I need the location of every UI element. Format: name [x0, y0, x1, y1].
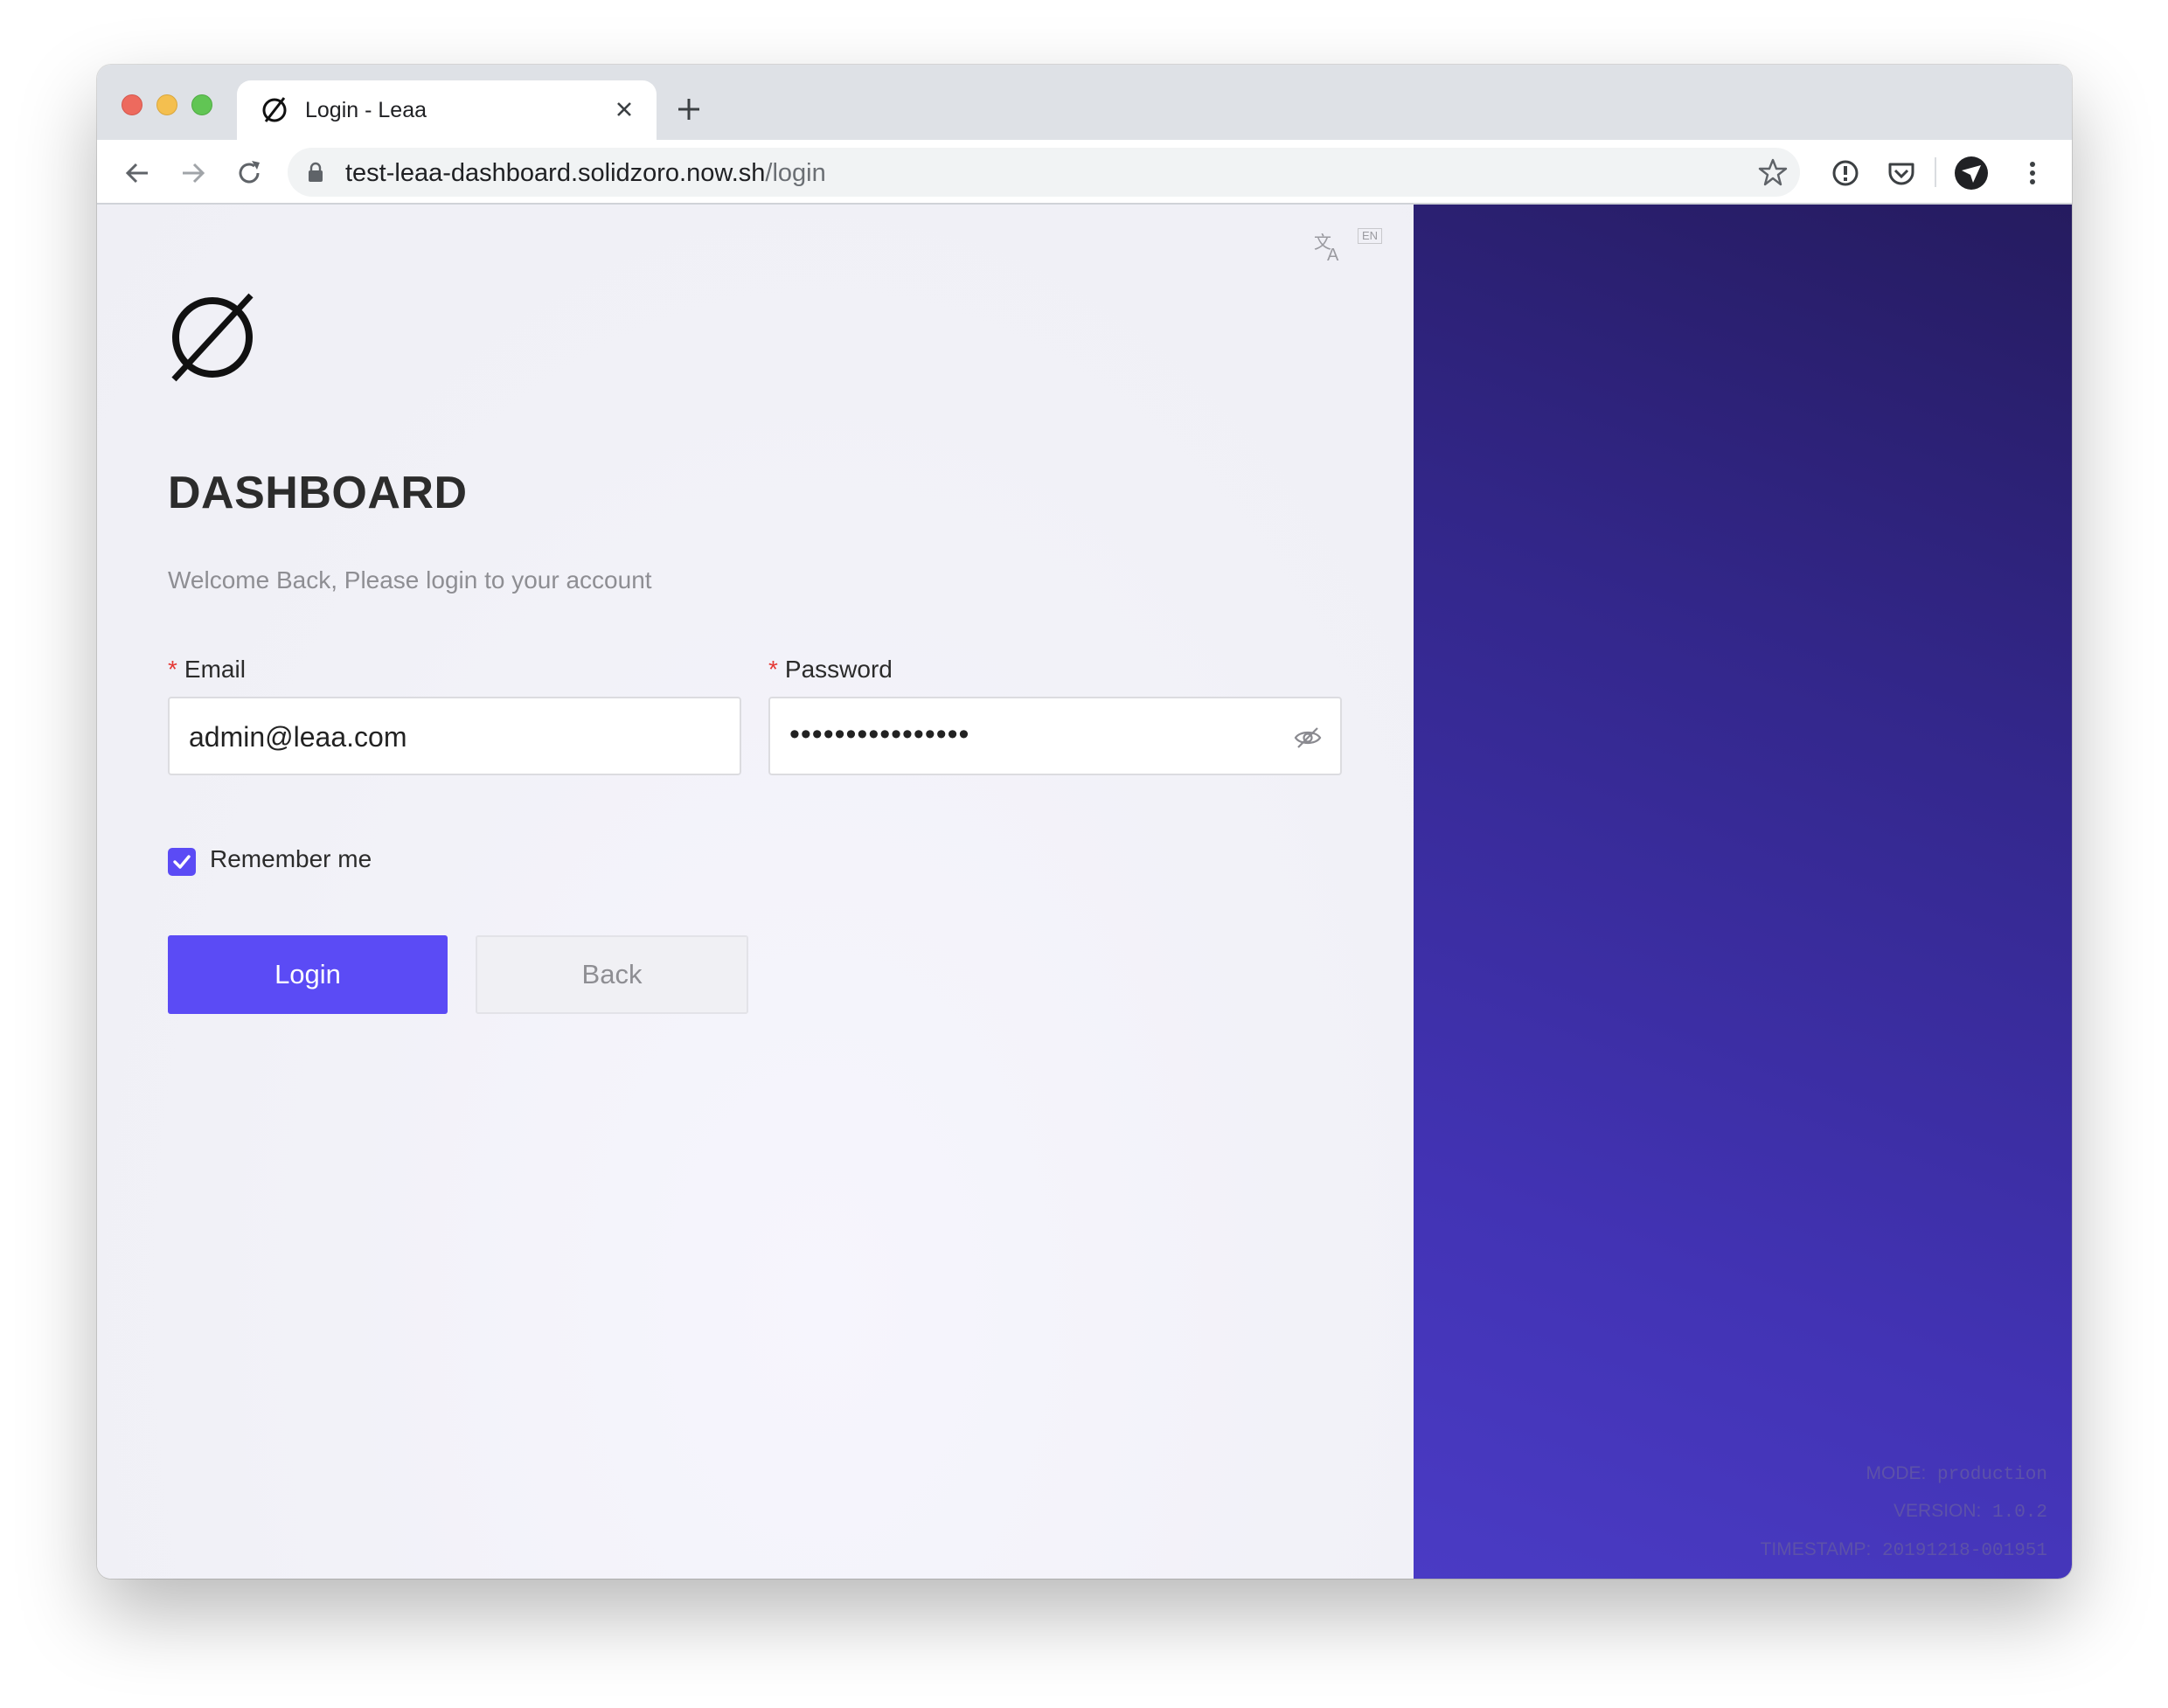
reload-icon[interactable]	[233, 157, 265, 189]
page-content: 文 A EN DASHBOARD Welcome Back, Please lo…	[97, 205, 2072, 1579]
back-arrow-icon[interactable]	[122, 157, 153, 189]
url-path: /login	[765, 159, 826, 187]
build-timestamp-value: 20191218-001951	[1881, 1541, 2047, 1561]
leaa-favicon-icon	[262, 97, 287, 122]
translate-icon: 文 A	[1314, 232, 1339, 264]
browser-toolbar: test-leaa-dashboard.solidzoro.now.sh/log…	[97, 140, 2072, 205]
remember-me-checkbox[interactable]	[168, 848, 196, 876]
eye-invisible-icon[interactable]	[1293, 723, 1323, 753]
close-tab-icon[interactable]	[609, 94, 639, 124]
browser-window: Login - Leaa test-leaa-dashboard.solidzo…	[97, 65, 2072, 1579]
required-mark: *	[168, 656, 177, 683]
password-manager-icon[interactable]	[1830, 157, 1861, 189]
email-label: * Email	[168, 656, 246, 684]
password-label-text: Password	[784, 656, 893, 683]
url-host: test-leaa-dashboard.solidzoro.now.sh	[345, 159, 766, 187]
email-field[interactable]: admin@leaa.com	[168, 697, 741, 775]
close-window-button[interactable]	[122, 94, 142, 115]
leaa-logo-icon	[171, 293, 254, 382]
password-value: ••••••••••••••••	[789, 718, 970, 751]
minimize-window-button[interactable]	[156, 94, 177, 115]
build-mode: MODE: production	[1866, 1463, 2047, 1485]
email-label-text: Email	[184, 656, 246, 683]
address-bar[interactable]: test-leaa-dashboard.solidzoro.now.sh/log…	[288, 148, 1800, 197]
language-badge: EN	[1358, 228, 1383, 244]
build-version-value: 1.0.2	[1991, 1503, 2047, 1523]
browser-tab[interactable]: Login - Leaa	[237, 80, 657, 142]
tab-strip: Login - Leaa	[97, 65, 2072, 142]
password-label: * Password	[768, 656, 893, 684]
build-timestamp-label: TIMESTAMP:	[1760, 1539, 1872, 1559]
checkmark-icon	[173, 855, 191, 869]
build-version-label: VERSION:	[1894, 1501, 1982, 1521]
page-subtitle: Welcome Back, Please login to your accou…	[168, 566, 652, 594]
forward-arrow-icon[interactable]	[177, 157, 209, 189]
bookmark-star-icon[interactable]	[1758, 157, 1788, 187]
build-version: VERSION: 1.0.2	[1894, 1501, 2047, 1523]
decorative-gradient-panel: MODE: production VERSION: 1.0.2 TIMESTAM…	[1414, 205, 2072, 1579]
remember-me-label[interactable]: Remember me	[210, 845, 372, 873]
new-tab-icon[interactable]	[674, 94, 704, 124]
password-field[interactable]: ••••••••••••••••	[768, 697, 1342, 775]
back-button[interactable]: Back	[476, 935, 748, 1014]
email-value: admin@leaa.com	[189, 721, 407, 753]
build-mode-value: production	[1936, 1465, 2047, 1485]
pocket-icon[interactable]	[1886, 157, 1917, 189]
tab-title: Login - Leaa	[305, 98, 427, 122]
profile-avatar-icon[interactable]	[1954, 156, 1989, 191]
language-switcher[interactable]: 文 A EN	[1312, 226, 1391, 264]
url-text: test-leaa-dashboard.solidzoro.now.sh/log…	[345, 159, 826, 188]
required-mark: *	[768, 656, 778, 683]
more-menu-icon[interactable]	[2017, 157, 2048, 189]
svg-text:A: A	[1327, 246, 1339, 264]
zoom-window-button[interactable]	[191, 94, 212, 115]
login-button[interactable]: Login	[168, 935, 448, 1014]
build-timestamp: TIMESTAMP: 20191218-001951	[1761, 1539, 2047, 1561]
toolbar-divider	[1935, 157, 1936, 187]
page-title: DASHBOARD	[168, 468, 468, 518]
login-panel: 文 A EN DASHBOARD Welcome Back, Please lo…	[97, 205, 1414, 1579]
lock-icon	[309, 162, 323, 182]
build-mode-label: MODE:	[1866, 1463, 1927, 1483]
